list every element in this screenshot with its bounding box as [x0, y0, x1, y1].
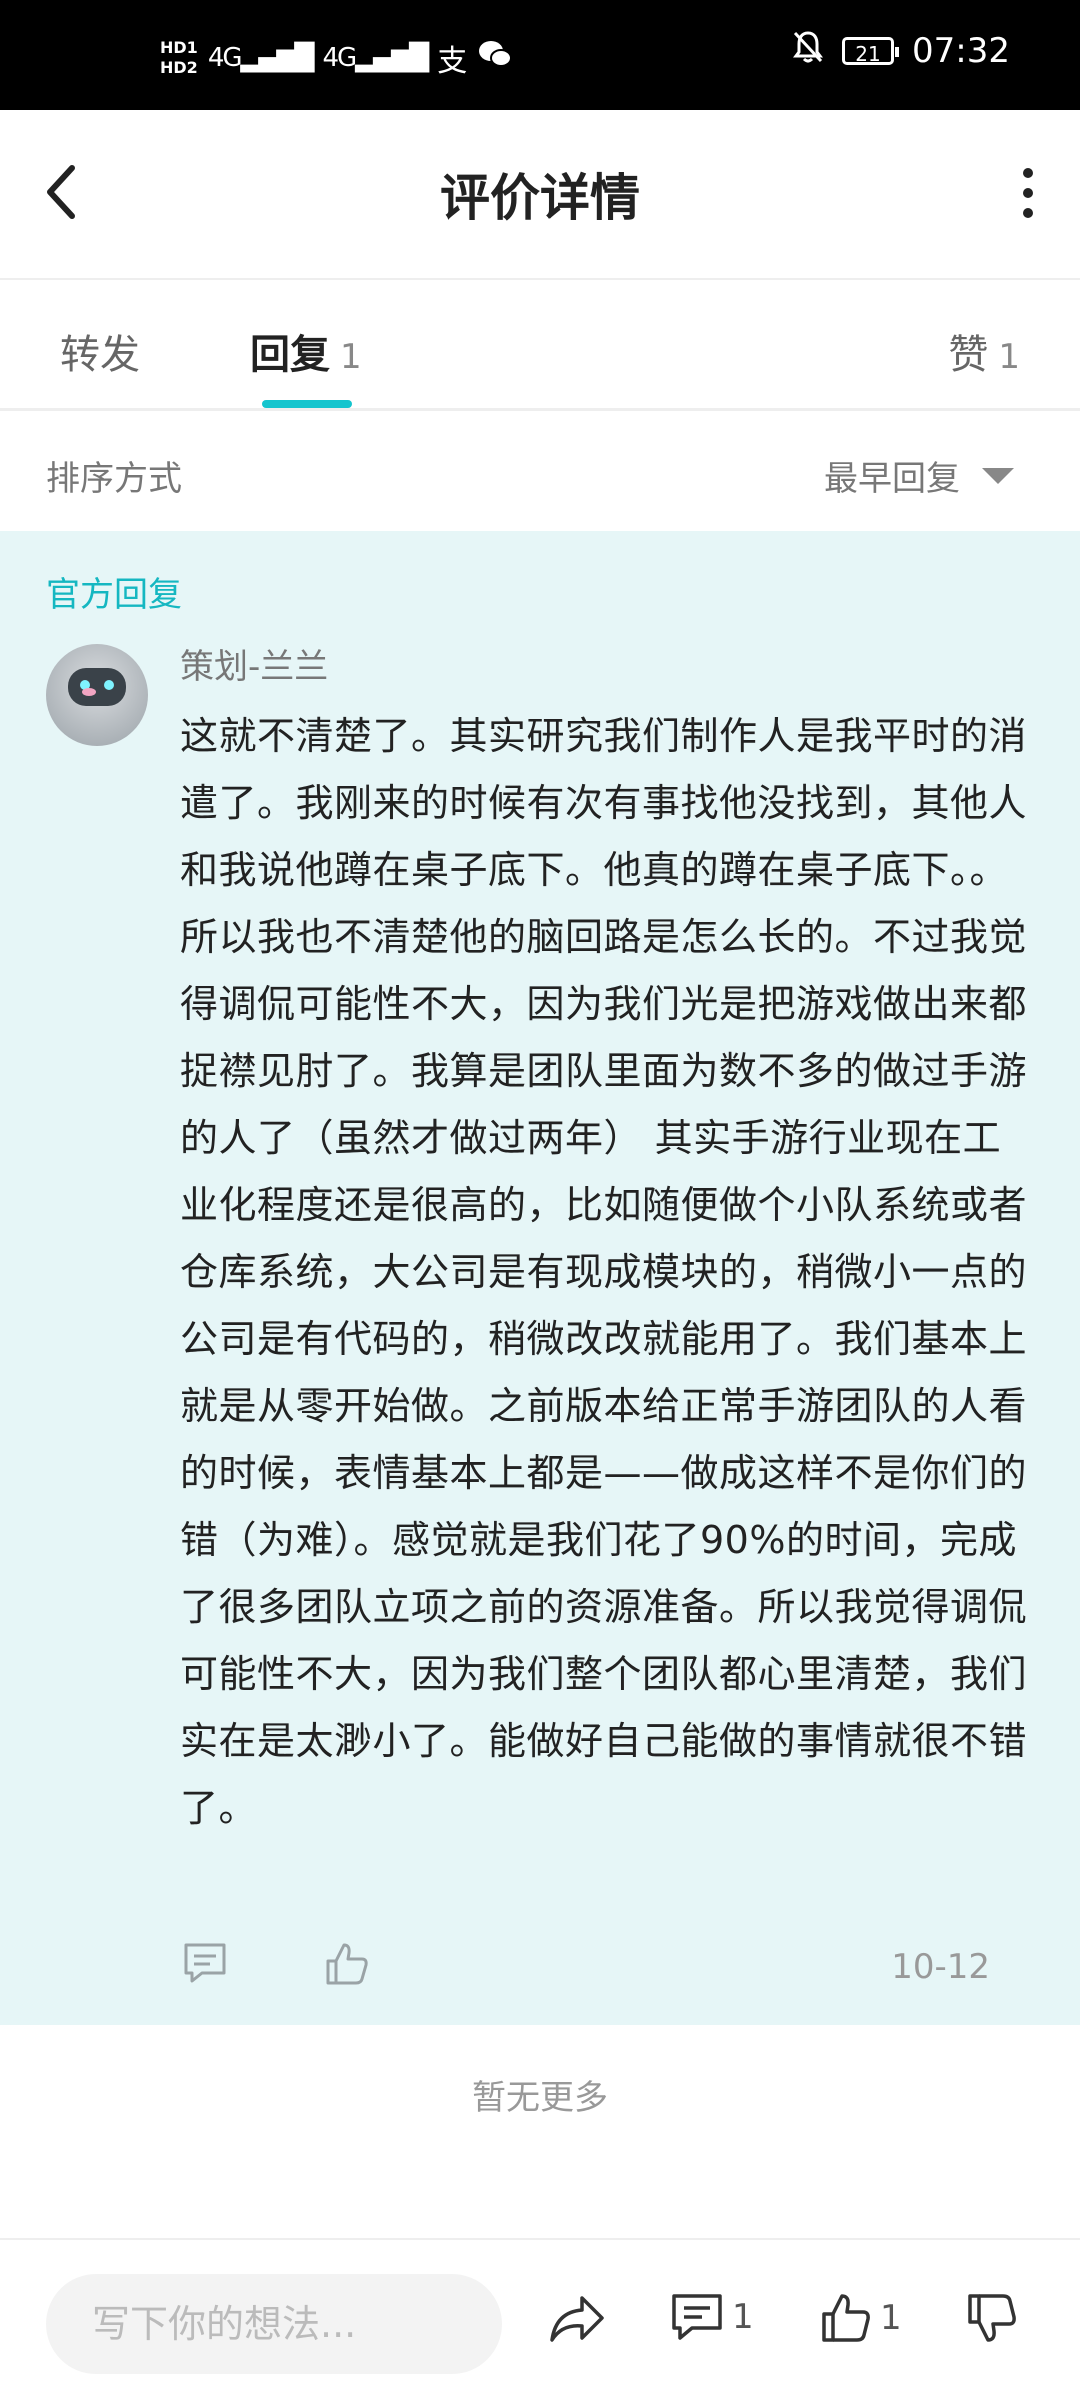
dot-icon	[1023, 208, 1033, 218]
app-header: 评价详情	[0, 110, 1080, 280]
sort-label: 排序方式	[46, 459, 182, 499]
wechat-icon	[477, 39, 513, 77]
avatar-face	[68, 668, 126, 706]
avatar-eye	[104, 680, 114, 690]
thumbs-up-icon	[822, 2294, 870, 2342]
alipay-icon: 支	[437, 44, 468, 79]
dot-icon	[1023, 188, 1033, 198]
share-icon	[550, 2296, 604, 2342]
avatar-cheek	[82, 688, 96, 696]
signal2-label: 4G	[322, 43, 358, 73]
hd1-label: HD1	[160, 38, 198, 57]
battery-icon: 21	[842, 37, 900, 66]
comment-icon	[672, 2294, 722, 2340]
tab-like-count: 1	[998, 337, 1020, 377]
tab-forward-label: 转发	[60, 332, 140, 378]
signal1-label: 4G	[207, 43, 243, 73]
thumbs-up-icon[interactable]	[324, 1941, 370, 1991]
sort-selected-value: 最早回复	[824, 459, 960, 499]
tab-like-label: 赞	[948, 332, 989, 378]
tab-like[interactable]: 赞1	[948, 322, 1020, 380]
more-options-button[interactable]	[1016, 168, 1040, 218]
dislike-button[interactable]	[966, 2292, 1018, 2344]
tab-bar: 转发 回复 1 赞1	[0, 280, 1080, 411]
page-title: 评价详情	[440, 169, 640, 227]
reply-actions: 10-12	[180, 1941, 990, 2001]
like-button[interactable]: 1	[820, 2292, 902, 2344]
tab-reply-count: 1	[340, 337, 362, 377]
status-right: 21 07:32	[792, 30, 1010, 72]
mute-bell-icon	[792, 30, 824, 72]
official-reply-heading: 官方回复	[46, 575, 182, 615]
comment-icon[interactable]	[182, 1941, 228, 1989]
status-left: HD1 HD2 4G▂▄▆█ 4G▂▄▆█ 支	[160, 36, 513, 80]
hd2-label: HD2	[160, 58, 198, 77]
reply-content: 这就不清楚了。其实研究我们制作人是我平时的消遣了。我刚来的时候有次有事找他没找到…	[180, 714, 1028, 1830]
sort-row: 排序方式 最早回复	[0, 411, 1080, 531]
tab-reply[interactable]: 回复 1	[250, 322, 362, 380]
tab-forward[interactable]: 转发	[60, 322, 140, 380]
battery-level: 21	[855, 42, 881, 66]
author-name[interactable]: 策划-兰兰	[180, 639, 328, 688]
like-count: 1	[880, 2298, 902, 2338]
hd-indicator: HD1 HD2	[160, 38, 198, 78]
signal-icon-1: 4G▂▄▆█	[207, 43, 315, 73]
active-tab-indicator	[262, 400, 352, 408]
official-reply-card: 官方回复 策划-兰兰 这就不清楚了。其实研究我们制作人是我平时的消遣了。我刚来的…	[0, 531, 1080, 2025]
no-more-text: 暂无更多	[472, 2078, 608, 2118]
clock: 07:32	[912, 31, 1010, 71]
share-button[interactable]	[548, 2292, 606, 2346]
comment-count: 1	[732, 2297, 754, 2337]
thumbs-down-icon	[968, 2294, 1016, 2342]
comments-button[interactable]: 1	[670, 2292, 754, 2342]
bottom-action-bar: 1 1	[0, 2238, 1080, 2402]
caret-down-icon	[982, 467, 1014, 484]
signal-icon-2: 4G▂▄▆█	[322, 43, 430, 73]
status-bar: HD1 HD2 4G▂▄▆█ 4G▂▄▆█ 支 21 07:32	[0, 0, 1080, 110]
sort-dropdown[interactable]: 最早回复	[824, 451, 1014, 500]
tab-reply-label: 回复	[250, 332, 330, 378]
avatar[interactable]	[46, 644, 148, 746]
reply-date: 10-12	[891, 1947, 990, 1987]
dot-icon	[1023, 168, 1033, 178]
comment-input[interactable]	[46, 2274, 502, 2374]
